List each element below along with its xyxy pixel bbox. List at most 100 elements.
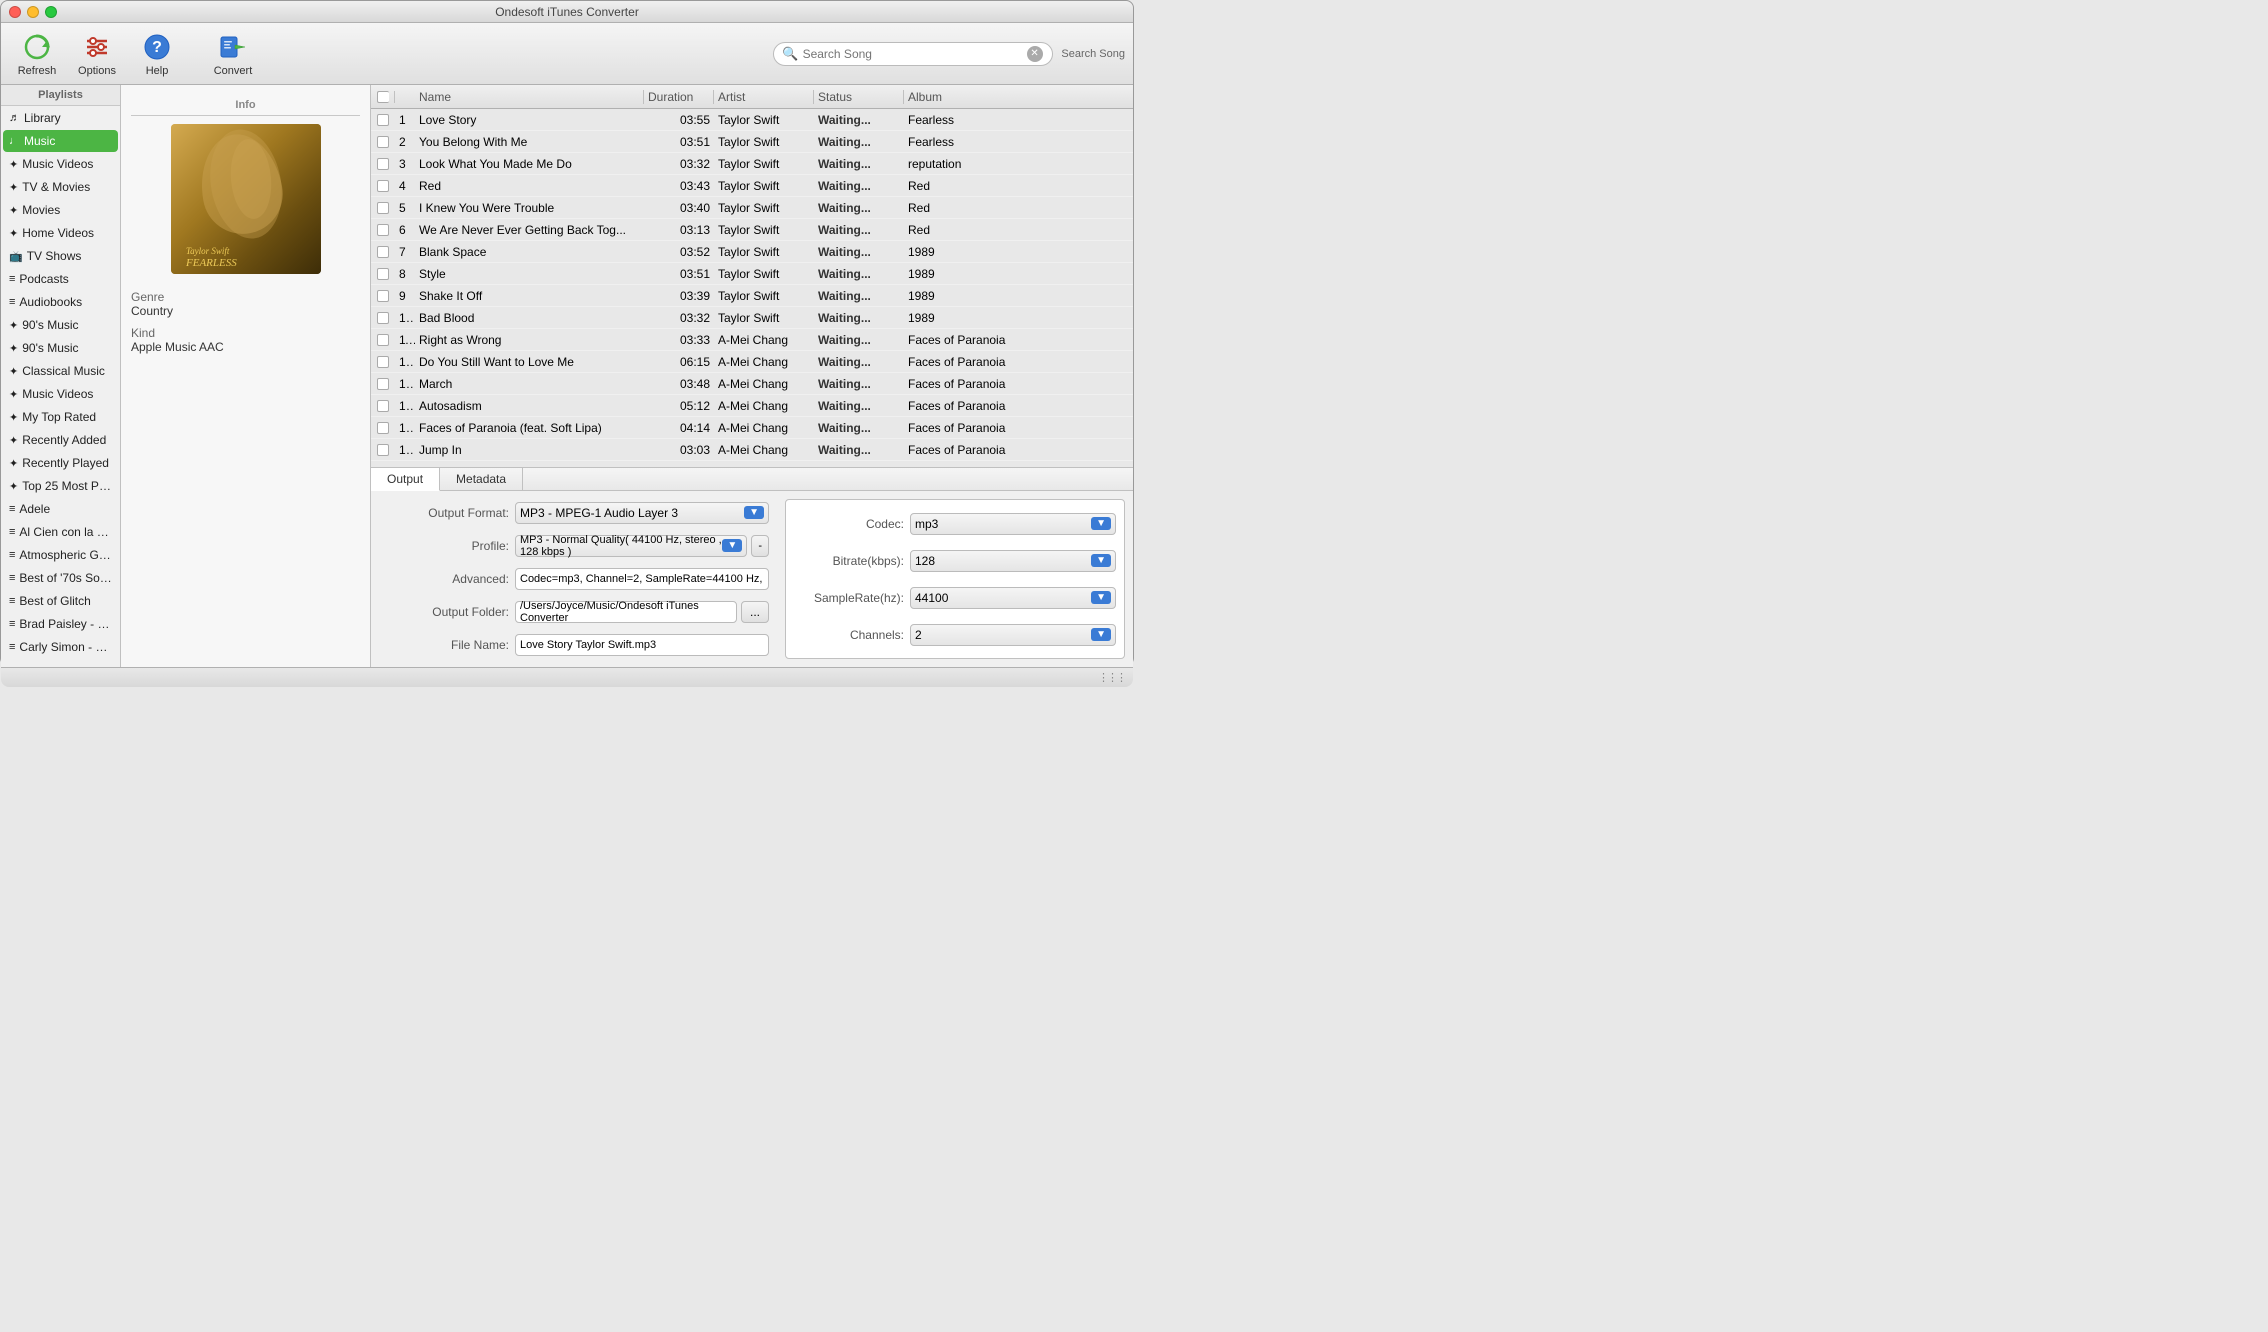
sidebar-item-tv-movies[interactable]: ✦TV & Movies xyxy=(3,176,118,198)
sidebar-item-my-top-rated[interactable]: ✦My Top Rated xyxy=(3,406,118,428)
sidebar-item-best-glitch[interactable]: ≡Best of Glitch xyxy=(3,590,118,612)
sidebar-item-music[interactable]: ♩Music xyxy=(3,130,118,152)
row-check-cell[interactable] xyxy=(371,136,395,148)
row-checkbox-15[interactable] xyxy=(377,444,389,456)
sidebar-item-audiobooks[interactable]: ≡Audiobooks xyxy=(3,291,118,313)
close-button[interactable] xyxy=(9,6,21,18)
table-row[interactable]: 1 Love Story 03:55 Taylor Swift Waiting.… xyxy=(371,109,1133,131)
profile-minus-button[interactable]: - xyxy=(751,535,769,557)
sidebar-item-classical[interactable]: ✦Classical Music xyxy=(3,360,118,382)
row-checkbox-9[interactable] xyxy=(377,312,389,324)
row-checkbox-1[interactable] xyxy=(377,136,389,148)
table-row[interactable]: 13 March 03:48 A-Mei Chang Waiting... Fa… xyxy=(371,373,1133,395)
row-check-cell[interactable] xyxy=(371,422,395,434)
row-checkbox-12[interactable] xyxy=(377,378,389,390)
sidebar-item-movies[interactable]: ✦Movies xyxy=(3,199,118,221)
minimize-button[interactable] xyxy=(27,6,39,18)
row-check-cell[interactable] xyxy=(371,180,395,192)
row-check-cell[interactable] xyxy=(371,378,395,390)
table-row[interactable]: 9 Shake It Off 03:39 Taylor Swift Waitin… xyxy=(371,285,1133,307)
tab-metadata[interactable]: Metadata xyxy=(440,468,523,490)
sidebar-item-brad-paisley[interactable]: ≡Brad Paisley - Love and Wa... xyxy=(3,613,118,635)
table-row[interactable]: 12 Do You Still Want to Love Me 06:15 A-… xyxy=(371,351,1133,373)
row-checkbox-7[interactable] xyxy=(377,268,389,280)
table-row[interactable]: 4 Red 03:43 Taylor Swift Waiting... Red xyxy=(371,175,1133,197)
table-row[interactable]: 3 Look What You Made Me Do 03:32 Taylor … xyxy=(371,153,1133,175)
row-check-cell[interactable] xyxy=(371,114,395,126)
row-check-cell[interactable] xyxy=(371,312,395,324)
search-clear-button[interactable]: ✕ xyxy=(1027,46,1043,62)
sidebar-item-carly-simon[interactable]: ≡Carly Simon - Chimes of... xyxy=(3,636,118,658)
sidebar-item-90s-music-2[interactable]: ✦90's Music xyxy=(3,337,118,359)
row-check-cell[interactable] xyxy=(371,356,395,368)
resize-handle[interactable]: ⋮⋮⋮ xyxy=(1098,671,1125,684)
help-button[interactable]: ? Help xyxy=(129,27,185,81)
sidebar-item-90s-music-1[interactable]: ✦90's Music xyxy=(3,314,118,336)
table-row[interactable]: 7 Blank Space 03:52 Taylor Swift Waiting… xyxy=(371,241,1133,263)
row-checkbox-2[interactable] xyxy=(377,158,389,170)
search-bar[interactable]: 🔍 ✕ xyxy=(773,42,1053,66)
sidebar-item-recently-added[interactable]: ✦Recently Added xyxy=(3,429,118,451)
sidebar-item-home-videos[interactable]: ✦Home Videos xyxy=(3,222,118,244)
row-checkbox-3[interactable] xyxy=(377,180,389,192)
row-check-cell[interactable] xyxy=(371,400,395,412)
sidebar-item-adele[interactable]: ≡Adele xyxy=(3,498,118,520)
tab-output[interactable]: Output xyxy=(371,468,440,491)
output-format-select[interactable]: MP3 - MPEG-1 Audio Layer 3 ▼ xyxy=(515,502,769,524)
refresh-button[interactable]: Refresh xyxy=(9,27,65,81)
bitrate-select[interactable]: 128 ▼ xyxy=(910,550,1116,572)
sidebar-item-music-videos-2[interactable]: ✦Music Videos xyxy=(3,383,118,405)
row-check-cell[interactable] xyxy=(371,334,395,346)
row-checkbox-4[interactable] xyxy=(377,202,389,214)
check-all-checkbox[interactable] xyxy=(377,91,389,103)
codec-select[interactable]: mp3 ▼ xyxy=(910,513,1116,535)
table-row[interactable]: 2 You Belong With Me 03:51 Taylor Swift … xyxy=(371,131,1133,153)
maximize-button[interactable] xyxy=(45,6,57,18)
window-controls[interactable] xyxy=(9,6,57,18)
row-check-cell[interactable] xyxy=(371,246,395,258)
table-row[interactable]: 6 We Are Never Ever Getting Back Tog... … xyxy=(371,219,1133,241)
table-row[interactable]: 15 Faces of Paranoia (feat. Soft Lipa) 0… xyxy=(371,417,1133,439)
row-checkbox-8[interactable] xyxy=(377,290,389,302)
table-row[interactable]: 8 Style 03:51 Taylor Swift Waiting... 19… xyxy=(371,263,1133,285)
channels-select[interactable]: 2 ▼ xyxy=(910,624,1116,646)
check-all-cell[interactable] xyxy=(371,91,395,103)
sidebar-item-al-cien[interactable]: ≡Al Cien con la Banda 💯 xyxy=(3,521,118,543)
row-checkbox-14[interactable] xyxy=(377,422,389,434)
row-check-cell[interactable] xyxy=(371,224,395,236)
row-checkbox-11[interactable] xyxy=(377,356,389,368)
search-input[interactable] xyxy=(803,47,1023,61)
advanced-input[interactable]: Codec=mp3, Channel=2, SampleRate=44100 H… xyxy=(515,568,769,590)
row-checkbox-5[interactable] xyxy=(377,224,389,236)
sidebar-item-tv-shows[interactable]: 📺TV Shows xyxy=(3,245,118,267)
row-checkbox-0[interactable] xyxy=(377,114,389,126)
sidebar-item-top-25[interactable]: ✦Top 25 Most Played xyxy=(3,475,118,497)
browse-button[interactable]: ... xyxy=(741,601,769,623)
sidebar-item-best-70s[interactable]: ≡Best of '70s Soft Rock xyxy=(3,567,118,589)
row-check-cell[interactable] xyxy=(371,444,395,456)
file-name-input[interactable]: Love Story Taylor Swift.mp3 xyxy=(515,634,769,656)
table-row[interactable]: 5 I Knew You Were Trouble 03:40 Taylor S… xyxy=(371,197,1133,219)
output-folder-input[interactable]: /Users/Joyce/Music/Ondesoft iTunes Conve… xyxy=(515,601,737,623)
sidebar-item-recently-played[interactable]: ✦Recently Played xyxy=(3,452,118,474)
row-checkbox-10[interactable] xyxy=(377,334,389,346)
row-check-cell[interactable] xyxy=(371,268,395,280)
row-check-cell[interactable] xyxy=(371,158,395,170)
samplerate-select[interactable]: 44100 ▼ xyxy=(910,587,1116,609)
profile-select[interactable]: MP3 - Normal Quality( 44100 Hz, stereo ,… xyxy=(515,535,747,557)
row-check-cell[interactable] xyxy=(371,290,395,302)
table-row[interactable]: 16 Jump In 03:03 A-Mei Chang Waiting... … xyxy=(371,439,1133,461)
song-list-body[interactable]: 1 Love Story 03:55 Taylor Swift Waiting.… xyxy=(371,109,1133,467)
sidebar-item-podcasts[interactable]: ≡Podcasts xyxy=(3,268,118,290)
row-checkbox-6[interactable] xyxy=(377,246,389,258)
sidebar-item-atmospheric[interactable]: ≡Atmospheric Glitch xyxy=(3,544,118,566)
table-row[interactable]: 14 Autosadism 05:12 A-Mei Chang Waiting.… xyxy=(371,395,1133,417)
convert-button[interactable]: Convert xyxy=(205,27,261,81)
table-row[interactable]: 10 Bad Blood 03:32 Taylor Swift Waiting.… xyxy=(371,307,1133,329)
row-check-cell[interactable] xyxy=(371,202,395,214)
row-checkbox-13[interactable] xyxy=(377,400,389,412)
sidebar-item-library[interactable]: ♬Library xyxy=(3,107,118,129)
table-row[interactable]: 11 Right as Wrong 03:33 A-Mei Chang Wait… xyxy=(371,329,1133,351)
options-button[interactable]: Options xyxy=(69,27,125,81)
sidebar-item-music-videos[interactable]: ✦Music Videos xyxy=(3,153,118,175)
